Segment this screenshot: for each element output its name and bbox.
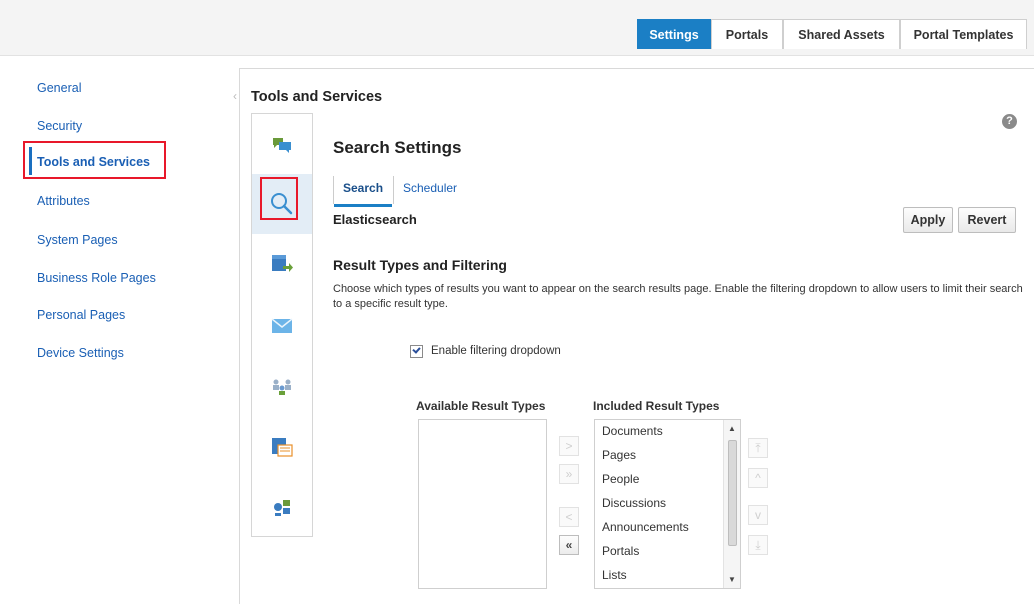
list-item[interactable]: People	[602, 472, 639, 486]
sidebar-item-system-pages[interactable]: System Pages	[37, 233, 118, 247]
list-item[interactable]: Portals	[602, 544, 639, 558]
list-item[interactable]: Pages	[602, 448, 636, 462]
top-bar: Settings Portals Shared Assets Portal Te…	[0, 0, 1034, 56]
page-title: Tools and Services	[251, 89, 383, 105]
list-item[interactable]: Announcements	[602, 520, 689, 534]
enable-filtering-checkbox[interactable]	[410, 345, 423, 358]
enable-filtering-label[interactable]: Enable filtering dropdown	[431, 345, 561, 357]
list-item[interactable]: Discussions	[602, 496, 666, 510]
highlight-box-tools-and-services	[23, 141, 166, 179]
subtab-active-indicator	[334, 204, 392, 207]
search-engine-label: Elasticsearch	[333, 212, 417, 227]
list-scrollbar[interactable]: ▲ ▼	[723, 420, 740, 588]
tab-portals[interactable]: Portals	[711, 19, 783, 49]
sidebar-item-personal-pages[interactable]: Personal Pages	[37, 308, 125, 322]
apply-button[interactable]: Apply	[903, 207, 953, 233]
events-icon	[274, 500, 290, 516]
collapse-handle-icon[interactable]: ‹	[233, 89, 241, 103]
move-selected-button[interactable]: >	[559, 436, 579, 456]
scroll-down-arrow-icon[interactable]: ▼	[728, 575, 736, 584]
move-down-button[interactable]: v	[748, 505, 768, 525]
subtab-scheduler[interactable]: Scheduler	[403, 181, 457, 195]
sidebar-item-business-role-pages[interactable]: Business Role Pages	[37, 271, 156, 285]
remove-all-button[interactable]: «	[559, 535, 579, 555]
tab-settings[interactable]: Settings	[637, 19, 711, 49]
included-result-types-list[interactable]: Documents Pages People Discussions Annou…	[594, 419, 741, 589]
revert-button[interactable]: Revert	[958, 207, 1016, 233]
rail-item-discussions[interactable]	[252, 116, 312, 176]
mail-icon	[271, 318, 293, 333]
available-result-types-list[interactable]	[418, 419, 547, 589]
scroll-thumb[interactable]	[728, 440, 737, 546]
sidebar-item-security[interactable]: Security	[37, 119, 82, 133]
checkmark-icon	[412, 345, 421, 354]
move-up-button[interactable]: ^	[748, 468, 768, 488]
sidebar-item-device-settings[interactable]: Device Settings	[37, 346, 124, 360]
tab-shared-assets[interactable]: Shared Assets	[783, 19, 900, 49]
tab-portal-templates[interactable]: Portal Templates	[900, 19, 1027, 49]
rail-item-events[interactable]	[252, 477, 312, 537]
lists-icon	[272, 438, 293, 457]
scroll-up-arrow-icon[interactable]: ▲	[728, 424, 736, 433]
help-icon[interactable]: ?	[1002, 114, 1017, 129]
rail-item-mail[interactable]	[252, 296, 312, 356]
sidebar-item-general[interactable]: General	[37, 81, 81, 95]
move-all-button[interactable]: »	[559, 464, 579, 484]
included-result-types-heading: Included Result Types	[593, 399, 720, 413]
list-item[interactable]: Lists	[602, 568, 627, 582]
subtab-border	[333, 176, 334, 204]
highlight-box-search	[260, 177, 298, 220]
discussions-icon	[273, 138, 291, 153]
people-connections-icon	[273, 379, 291, 395]
section-title: Search Settings	[333, 138, 462, 157]
remove-selected-button[interactable]: <	[559, 507, 579, 527]
documents-icon	[272, 255, 293, 272]
move-to-top-button[interactable]: ⤒	[748, 438, 768, 458]
subtab-divider	[393, 176, 394, 204]
available-result-types-heading: Available Result Types	[416, 399, 546, 413]
list-item[interactable]: Documents	[602, 424, 663, 438]
rail-item-lists[interactable]	[252, 417, 312, 477]
subtab-search[interactable]: Search	[343, 181, 383, 195]
result-types-description: Choose which types of results you want t…	[333, 283, 1023, 310]
rail-item-people-connections[interactable]	[252, 357, 312, 417]
result-types-heading: Result Types and Filtering	[333, 257, 507, 273]
rail-item-documents[interactable]	[252, 234, 312, 294]
move-to-bottom-button[interactable]: ⤓	[748, 535, 768, 555]
sidebar-item-attributes[interactable]: Attributes	[37, 194, 90, 208]
